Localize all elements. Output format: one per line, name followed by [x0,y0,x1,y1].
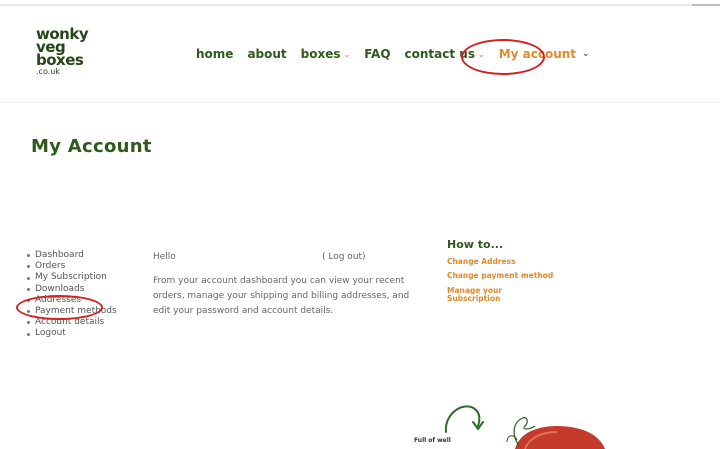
nav-home-label: home [196,47,234,61]
footer-teaser-text: Full of well [414,437,451,444]
howto-change-payment-link[interactable]: Change payment method [447,272,553,280]
account-nav-downloads[interactable]: Downloads [27,284,117,295]
chevron-down-icon: ⌄ [582,49,590,59]
site-header: wonky veg boxes .co.uk home about boxes … [0,6,720,103]
account-nav-logout[interactable]: Logout [27,328,117,339]
nav-about-label: about [247,47,287,61]
vegetable-illustration-icon [506,417,605,449]
nav-home[interactable]: home [196,47,233,61]
logo-line-3: boxes [36,51,84,69]
nav-boxes[interactable]: boxes ⌄ [301,47,351,61]
account-nav-label: Orders [35,261,66,272]
nav-faq-label: FAQ [364,47,391,61]
bullet-icon [27,332,30,336]
account-nav-label: My Subscription [35,272,107,283]
highlight-circle-addresses [16,295,103,320]
account-nav-orders[interactable]: Orders [27,261,117,272]
highlight-circle-my-account [461,39,545,75]
dashboard-description: From your account dashboard you can view… [153,276,410,316]
howto-heading: How to... [447,238,504,251]
curved-arrow-icon [444,405,484,433]
bullet-icon [27,276,30,280]
nav-boxes-label: boxes [300,47,341,61]
account-nav-label: Dashboard [35,250,84,260]
bullet-icon [27,321,30,325]
account-nav-label: Downloads [35,283,85,294]
logout-link[interactable]: ( Log out) [322,252,366,262]
chevron-down-icon: ⌄ [343,49,351,59]
greeting-text: Hello [153,252,176,262]
site-logo[interactable]: wonky veg boxes .co.uk [36,27,116,88]
bullet-icon [27,254,30,258]
page-title: My Account [31,136,152,157]
howto-manage-subscription-link[interactable]: Manage your Subscription [447,287,527,303]
bullet-icon [27,287,30,291]
account-nav-dashboard[interactable]: Dashboard [27,250,117,261]
nav-about[interactable]: about [247,47,286,61]
howto-change-address-link[interactable]: Change Address [447,258,516,266]
account-nav-label: Logout [35,328,66,339]
account-nav-my-subscription[interactable]: My Subscription [27,272,117,283]
nav-faq[interactable]: FAQ [364,47,390,61]
bullet-icon [27,265,30,269]
